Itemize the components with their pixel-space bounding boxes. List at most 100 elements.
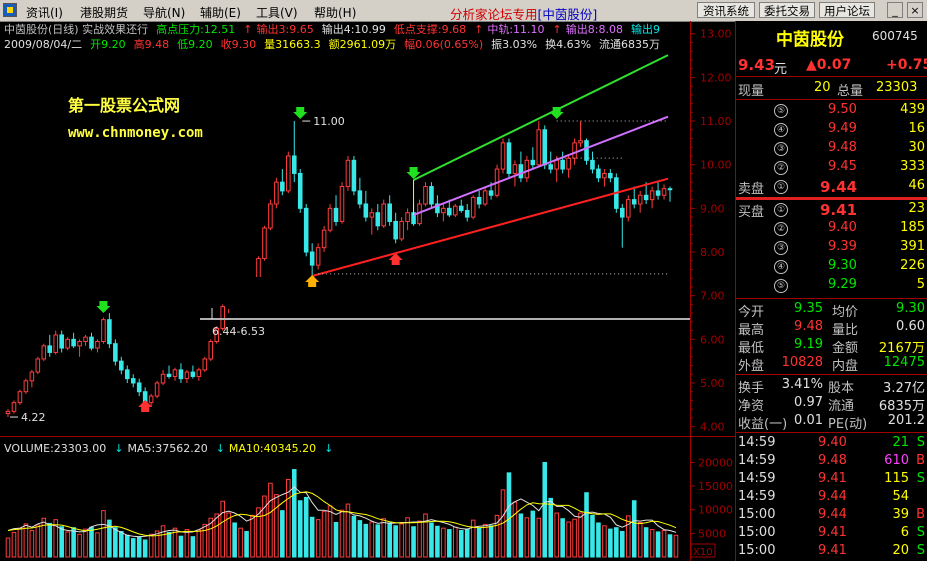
menu-bar: 资讯(I) 港股期货 导航(N) 辅助(E) 工具(V) 帮助(H) 分析家论坛… [0,0,927,22]
tick-price: 9.44 [818,507,847,522]
menu-tools-assist[interactable]: 辅助(E) [200,4,241,20]
candle-body [148,395,154,404]
candle-body [506,142,512,174]
buy-level-row[interactable]: ② 9.40 185 [736,220,927,238]
volume-bar [453,526,458,558]
candle-body [429,186,434,205]
buy-level-row[interactable]: ⑤ 9.29 5 [736,277,927,295]
app-icon[interactable] [3,3,17,17]
header-field: 流通6835万 [599,37,660,51]
candle-body [184,371,190,380]
sell-volume: 30 [908,140,925,155]
buy-label: 买盘 [738,205,765,220]
candle-body [482,190,488,205]
sell-level-row[interactable]: ⑤ 9.50 439 [736,102,927,120]
buy-price: 9.30 [828,258,857,273]
candle-body [393,220,398,240]
stat-label: 均价 [832,305,859,320]
volume-bar [291,469,297,558]
candle-body [536,129,542,166]
volume-bar [333,521,339,558]
menu-tools[interactable]: 工具(V) [256,4,298,20]
volume-bar [411,526,416,558]
volume-bar [297,500,303,558]
candle-body [500,142,506,170]
buy-volume: 226 [900,258,925,273]
menu-hk-futures[interactable]: 港股期货 [80,4,128,20]
candle-body [119,360,124,371]
volume-bar [548,497,554,558]
volume-bar [631,500,637,558]
tick-price: 9.40 [818,435,847,450]
price-change-pct: +0.75 [886,57,927,73]
candle-body [363,203,369,218]
volume-bar [59,526,64,558]
buy-level-row[interactable]: ④ 9.30 226 [736,258,927,276]
candle-body [107,319,112,345]
forum-title-text: 分析家论坛专用 [450,7,538,22]
tick-volume: 6 [900,525,909,540]
finance-row: 收益(一) 0.01 PE(动) 201.2 [736,413,927,432]
candle-body [554,159,559,170]
tick-time: 14:59 [738,471,776,486]
candle-body [619,207,625,218]
candle-body [608,172,613,179]
menu-navigate[interactable]: 导航(N) [143,4,185,20]
candle-body [542,129,548,166]
candle-body [65,338,70,349]
header-field: 2009/08/04/二 [4,38,82,51]
minimize-button[interactable]: _ [887,2,903,18]
menu-info[interactable]: 资讯(I) [26,4,63,20]
stock-code: 600745 [872,29,918,43]
volume-bar [643,527,649,558]
buy-level-row[interactable]: ③ 9.39 391 [736,239,927,257]
buy-price: 9.29 [828,277,857,292]
candle-body [631,199,637,205]
tick-time: 14:59 [738,489,776,504]
volume-bar [619,530,625,558]
candle-body [202,358,208,371]
candle-body [83,336,88,343]
trade-button[interactable]: 委托交易 [759,2,815,18]
candle-body [625,199,631,218]
volume-bar [280,510,285,558]
candle-body [387,203,392,222]
volume-bar [405,517,410,558]
tick-row: 14:59 9.41 115 S [736,471,927,489]
sell-level-row[interactable]: ② 9.45 333 [736,159,927,177]
buy-volume: 5 [916,277,925,292]
candle-body [339,186,345,222]
menu-help[interactable]: 帮助(H) [314,4,356,20]
close-button[interactable]: × [907,2,923,18]
info-system-button[interactable]: 资讯系统 [697,2,755,18]
candle-body [29,371,35,382]
sell-level-row[interactable]: 卖盘 ① 9.44 46 [736,178,927,197]
candle-body [464,210,470,218]
finance-value: 3.41% [781,377,823,392]
tick-direction: S [916,471,925,486]
level-number-icon: ④ [774,260,788,274]
candle-body [309,251,315,266]
volume-bar [393,525,398,558]
candle-body [11,402,17,412]
candle-body [375,212,381,227]
mask-box [225,277,510,309]
volume-bar [518,513,524,558]
header-field: ↓ [216,442,225,455]
watermark-url: www.chnmoney.com [68,125,203,141]
volume-bar [5,537,11,558]
tick-volume: 610 [884,453,909,468]
buy-volume: 391 [900,239,925,254]
kline-chart[interactable]: 13.00 12.00 11.00 10.00 9.00 8.00 7.00 6.00 5.00… [0,21,736,561]
volume-bar [71,527,76,558]
user-forum-button[interactable]: 用户论坛 [819,2,875,18]
sell-level-row[interactable]: ③ 9.48 30 [736,140,927,158]
buy-volume: 185 [900,220,925,235]
volume-bar [530,510,536,558]
price-tick-label: 10.00 [700,159,732,172]
sell-level-row[interactable]: ④ 9.49 16 [736,121,927,139]
buy-level-row[interactable]: 买盘 ① 9.41 23 [736,201,927,220]
candle-body [518,164,524,179]
level-number-icon: ① [774,180,788,194]
header-field: 额2961.09万 [329,38,397,51]
